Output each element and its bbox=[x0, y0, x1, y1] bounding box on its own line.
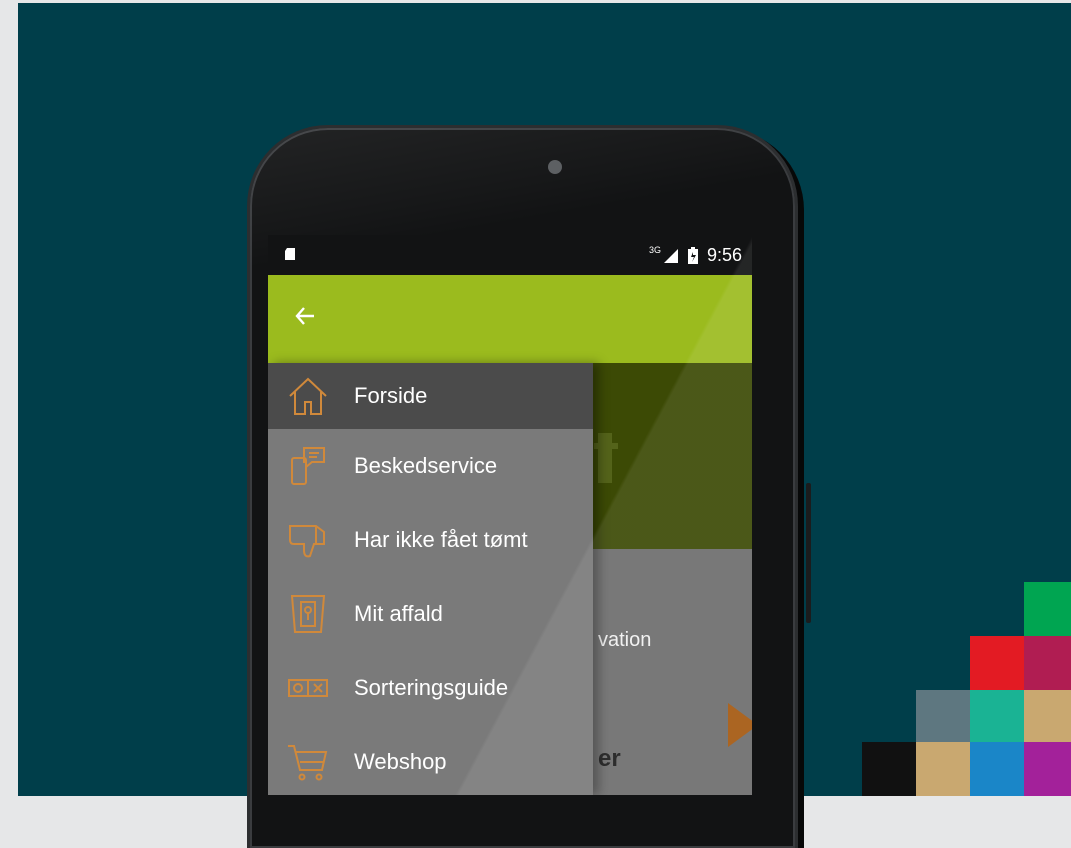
status-bar: 3G 9:56 bbox=[268, 235, 752, 275]
content-peek-text: vation bbox=[598, 629, 652, 651]
sd-card-icon bbox=[285, 248, 295, 260]
menu-item-sorteringsguide[interactable]: Sorteringsguide bbox=[268, 651, 593, 725]
back-button[interactable] bbox=[282, 295, 328, 341]
phone-screen: 3G 9:56 vation er Forside Beskedservice … bbox=[268, 235, 752, 795]
menu-label-mit-affald: Mit affald bbox=[354, 601, 443, 626]
app-bar bbox=[268, 275, 752, 363]
decor-tile bbox=[1024, 582, 1071, 636]
decor-tile bbox=[862, 742, 916, 796]
status-time: 9:56 bbox=[706, 245, 742, 265]
decor-tile bbox=[1024, 742, 1071, 796]
menu-item-har-ikke-faet-tomt[interactable]: Har ikke fået tømt bbox=[268, 503, 593, 577]
decor-tile bbox=[970, 742, 1024, 796]
decor-tile bbox=[970, 690, 1024, 742]
menu-label-har-ikke-faet-tomt: Har ikke fået tømt bbox=[354, 527, 528, 552]
menu-item-beskedservice[interactable]: Beskedservice bbox=[268, 429, 593, 503]
menu-item-forside[interactable]: Forside bbox=[268, 363, 593, 429]
sorting-bins-icon bbox=[280, 660, 336, 716]
decor-tile bbox=[916, 690, 970, 742]
menu-item-mit-affald[interactable]: Mit affald bbox=[268, 577, 593, 651]
decor-tile bbox=[970, 636, 1024, 690]
arrow-left-icon bbox=[295, 307, 314, 325]
signal-icon bbox=[663, 248, 678, 263]
menu-label-forside: Forside bbox=[354, 383, 428, 408]
hero-graphic-bar bbox=[594, 443, 618, 449]
content-peek-heading: er bbox=[598, 745, 621, 772]
hero-graphic bbox=[598, 433, 612, 483]
camera-dot bbox=[548, 160, 562, 174]
menu-label-sorteringsguide: Sorteringsguide bbox=[354, 675, 509, 700]
shopping-cart-icon bbox=[280, 734, 336, 790]
house-icon bbox=[280, 368, 336, 424]
decor-tile bbox=[1024, 636, 1071, 690]
bin-keyhole-icon bbox=[280, 586, 336, 642]
menu-label-beskedservice: Beskedservice bbox=[354, 453, 498, 478]
menu-item-webshop[interactable]: Webshop bbox=[268, 725, 593, 795]
battery-icon bbox=[687, 246, 698, 264]
phone-message-icon bbox=[280, 438, 336, 494]
navigation-drawer: Forside Beskedservice Har ikke fået tømt bbox=[268, 363, 593, 795]
menu-label-webshop: Webshop bbox=[354, 749, 447, 774]
decor-tile bbox=[1024, 690, 1071, 742]
play-arrow-icon[interactable] bbox=[728, 703, 752, 747]
network-type: 3G bbox=[648, 244, 661, 255]
thumbs-down-icon bbox=[280, 512, 336, 568]
phone-side-button bbox=[806, 483, 811, 623]
decor-tile bbox=[916, 742, 970, 796]
